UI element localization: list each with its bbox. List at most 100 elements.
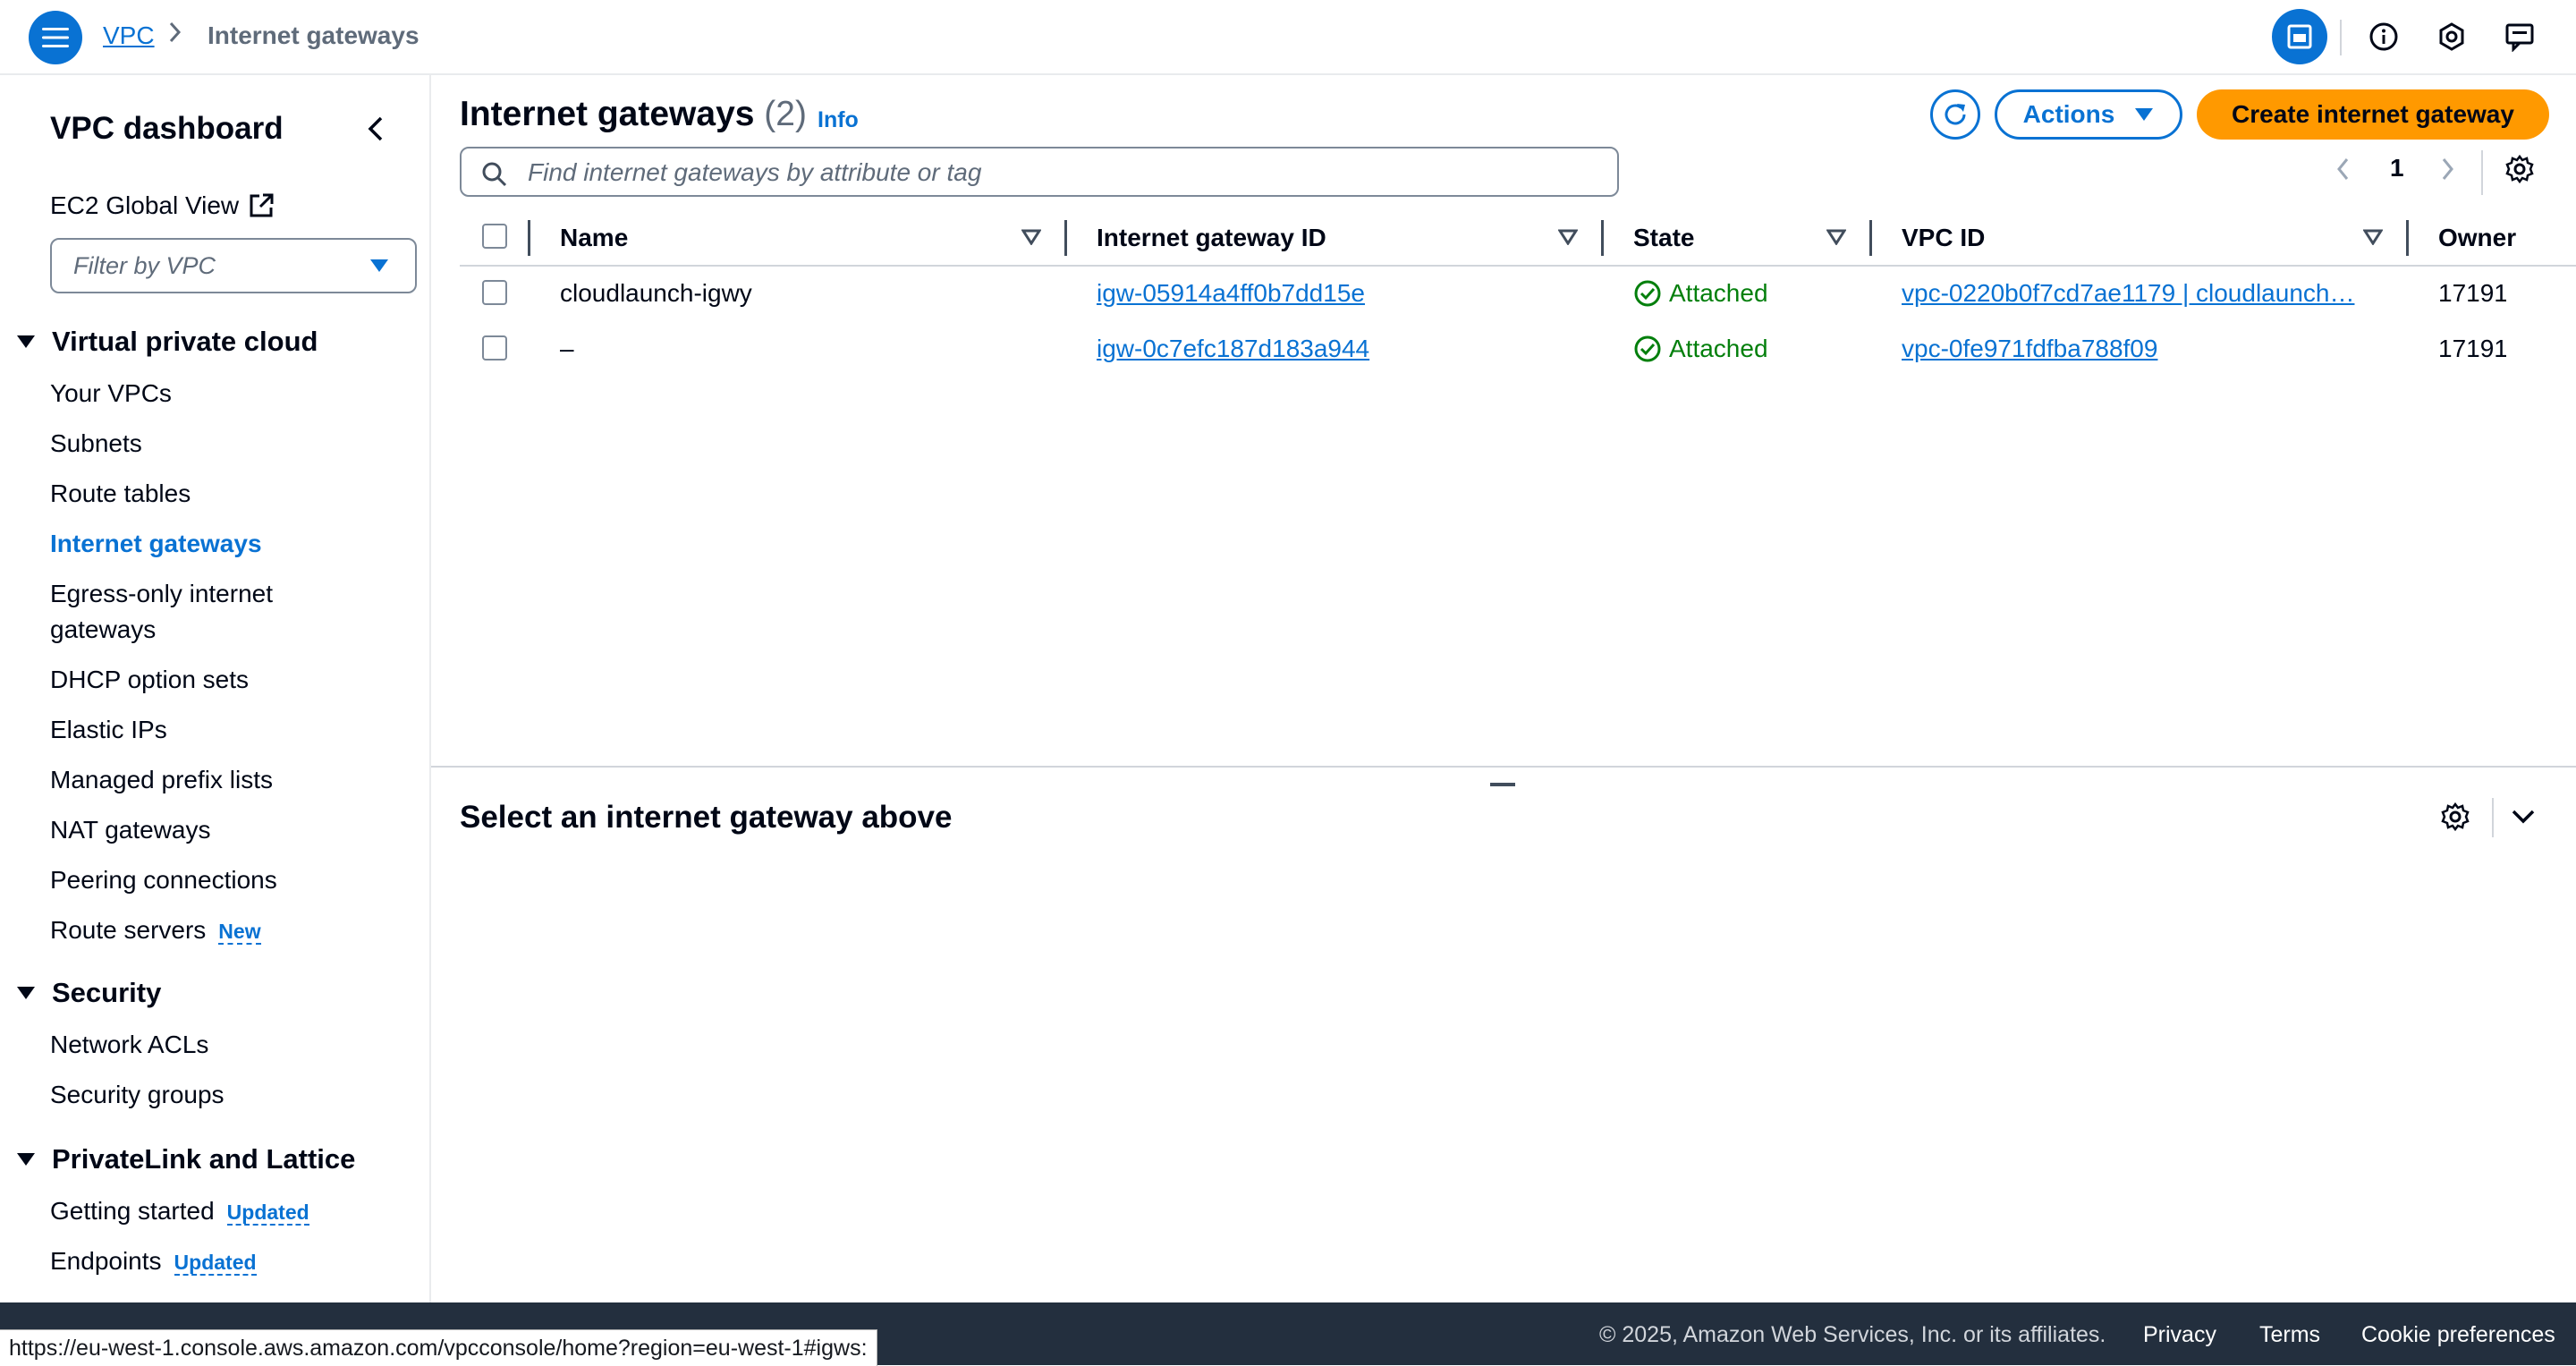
column-header-state[interactable]: State — [1633, 224, 1694, 252]
table-row[interactable]: cloudlaunch-igwy igw-05914a4ff0b7dd15e A… — [460, 265, 2576, 320]
row-checkbox[interactable] — [482, 335, 507, 361]
previous-page-icon[interactable] — [2334, 156, 2352, 189]
cell-state: Attached — [1633, 335, 1768, 363]
table-row[interactable]: – igw-0c7efc187d183a944 Attached vpc-0fe… — [460, 320, 2576, 376]
sidebar-item-your-vpcs[interactable]: Your VPCs — [50, 376, 172, 411]
sidebar-section-security[interactable]: Security — [16, 977, 161, 1009]
sort-icon[interactable] — [2362, 229, 2384, 250]
refresh-icon — [1945, 104, 1966, 125]
info-icon[interactable] — [2356, 9, 2411, 64]
cell-name: – — [560, 335, 574, 362]
sidebar-section-title: PrivateLink and Lattice — [52, 1143, 356, 1175]
sidebar-item-egress-only-internet-gateways[interactable]: Egress-only internet gateways — [50, 576, 273, 648]
column-header-name[interactable]: Name — [560, 224, 628, 252]
cell-gateway-id-link[interactable]: igw-0c7efc187d183a944 — [1097, 335, 1369, 362]
privacy-link[interactable]: Privacy — [2143, 1322, 2216, 1348]
table-preferences-gear-icon[interactable] — [2504, 154, 2535, 189]
cell-owner: 17191633 — [2438, 335, 2506, 362]
search-input[interactable] — [526, 154, 1603, 191]
split-panel-resize-handle[interactable] — [1490, 783, 1515, 786]
sidebar-item-subnets[interactable]: Subnets — [50, 426, 142, 462]
top-navigation: VPC Internet gateways — [0, 0, 2576, 75]
feedback-icon[interactable] — [2492, 9, 2547, 64]
divider — [2492, 798, 2494, 837]
sidebar-item-network-acls[interactable]: Network ACLs — [50, 1027, 208, 1063]
split-panel-icon[interactable] — [2272, 9, 2327, 64]
sidebar-item-label: Egress-only internet — [50, 580, 274, 607]
sidebar-item-internet-gateways[interactable]: Internet gateways — [50, 526, 262, 562]
filter-by-vpc-select[interactable]: Filter by VPC — [50, 238, 417, 293]
filter-placeholder: Filter by VPC — [73, 252, 216, 279]
new-badge: New — [218, 920, 261, 945]
sidebar-section-title: Security — [52, 977, 162, 1008]
sidebar-item-label: Getting started — [50, 1197, 215, 1225]
sidebar-item-label: EC2 Global View — [50, 191, 240, 219]
info-link[interactable]: Info — [818, 107, 859, 133]
column-divider[interactable] — [1064, 220, 1067, 256]
split-panel-divider — [431, 766, 2576, 768]
menu-icon[interactable] — [29, 11, 82, 64]
sort-icon[interactable] — [1021, 229, 1042, 250]
page-title: Internet gateways (2) — [460, 95, 807, 134]
next-page-icon[interactable] — [2438, 156, 2456, 189]
cell-vpc-id-link[interactable]: vpc-0220b0f7cd7ae1179 | cloudlaunch… — [1902, 279, 2354, 307]
row-checkbox[interactable] — [482, 280, 507, 305]
divider — [2340, 20, 2342, 55]
column-divider[interactable] — [1869, 220, 1872, 256]
sidebar-item-nat-gateways[interactable]: NAT gateways — [50, 812, 210, 848]
sidebar-item-getting-started[interactable]: Getting started Updated — [50, 1193, 309, 1230]
cell-owner: 17191633 — [2438, 279, 2506, 307]
caret-down-icon — [17, 1153, 35, 1166]
column-divider — [528, 220, 530, 256]
sidebar-item-security-groups[interactable]: Security groups — [50, 1077, 225, 1113]
sidebar-title[interactable]: VPC dashboard — [50, 111, 284, 147]
state-text: Attached — [1669, 335, 1768, 362]
caret-down-icon — [370, 259, 388, 272]
sidebar-item-route-tables[interactable]: Route tables — [50, 476, 191, 512]
table-header: Name Internet gateway ID State VPC ID Ow… — [460, 209, 2576, 267]
updated-badge: Updated — [226, 1201, 309, 1226]
refresh-button[interactable] — [1930, 89, 1980, 140]
sidebar-item-ec2-global-view[interactable]: EC2 Global View — [50, 191, 275, 220]
external-link-icon — [250, 193, 274, 217]
page-number[interactable]: 1 — [2390, 154, 2404, 182]
collapse-sidebar-icon[interactable] — [363, 115, 388, 148]
sidebar-section-virtual-private-cloud[interactable]: Virtual private cloud — [16, 326, 318, 358]
sidebar-item-elastic-ips[interactable]: Elastic IPs — [50, 712, 167, 748]
sidebar-item-managed-prefix-lists[interactable]: Managed prefix lists — [50, 762, 273, 798]
page-title-text: Internet gateways — [460, 95, 755, 133]
sidebar-item-route-servers[interactable]: Route servers New — [50, 912, 261, 949]
sort-icon[interactable] — [1557, 229, 1579, 250]
item-count: (2) — [764, 95, 807, 133]
sidebar-item-endpoints[interactable]: Endpoints Updated — [50, 1243, 257, 1280]
sidebar: VPC dashboard EC2 Global View Filter by … — [0, 75, 431, 1302]
sort-icon[interactable] — [1826, 229, 1847, 250]
chevron-down-icon[interactable] — [2510, 807, 2537, 831]
divider — [2481, 150, 2483, 195]
column-divider[interactable] — [1601, 220, 1604, 256]
copyright-text: © 2025, Amazon Web Services, Inc. or its… — [1599, 1322, 2106, 1347]
cookie-preferences-link[interactable]: Cookie preferences — [2361, 1322, 2555, 1348]
select-all-checkbox[interactable] — [482, 224, 507, 249]
state-text: Attached — [1669, 279, 1768, 307]
column-header-owner[interactable]: Owner — [2438, 224, 2516, 252]
sidebar-item-label-line2: gateways — [50, 615, 157, 643]
column-divider[interactable] — [2406, 220, 2409, 256]
create-internet-gateway-button[interactable]: Create internet gateway — [2197, 89, 2549, 140]
cell-vpc-id-link[interactable]: vpc-0fe971fdfba788f09 — [1902, 335, 2157, 362]
column-header-vpc-id[interactable]: VPC ID — [1902, 224, 1985, 252]
actions-button[interactable]: Actions — [1995, 89, 2182, 140]
sidebar-item-label: Route servers — [50, 916, 207, 944]
cell-gateway-id-link[interactable]: igw-05914a4ff0b7dd15e — [1097, 279, 1365, 307]
breadcrumb-vpc-link[interactable]: VPC — [103, 21, 155, 50]
sidebar-item-dhcp-option-sets[interactable]: DHCP option sets — [50, 662, 249, 698]
sidebar-item-peering-connections[interactable]: Peering connections — [50, 862, 277, 898]
caret-down-icon — [17, 335, 35, 348]
hexagon-settings-icon[interactable] — [2424, 9, 2479, 64]
sidebar-section-privatelink-and-lattice[interactable]: PrivateLink and Lattice — [16, 1143, 355, 1175]
column-header-internet-gateway-id[interactable]: Internet gateway ID — [1097, 224, 1326, 252]
search-field[interactable] — [460, 147, 1619, 197]
terms-link[interactable]: Terms — [2259, 1322, 2320, 1348]
caret-down-icon — [17, 987, 35, 999]
split-panel-preferences-gear-icon[interactable] — [2440, 802, 2470, 836]
